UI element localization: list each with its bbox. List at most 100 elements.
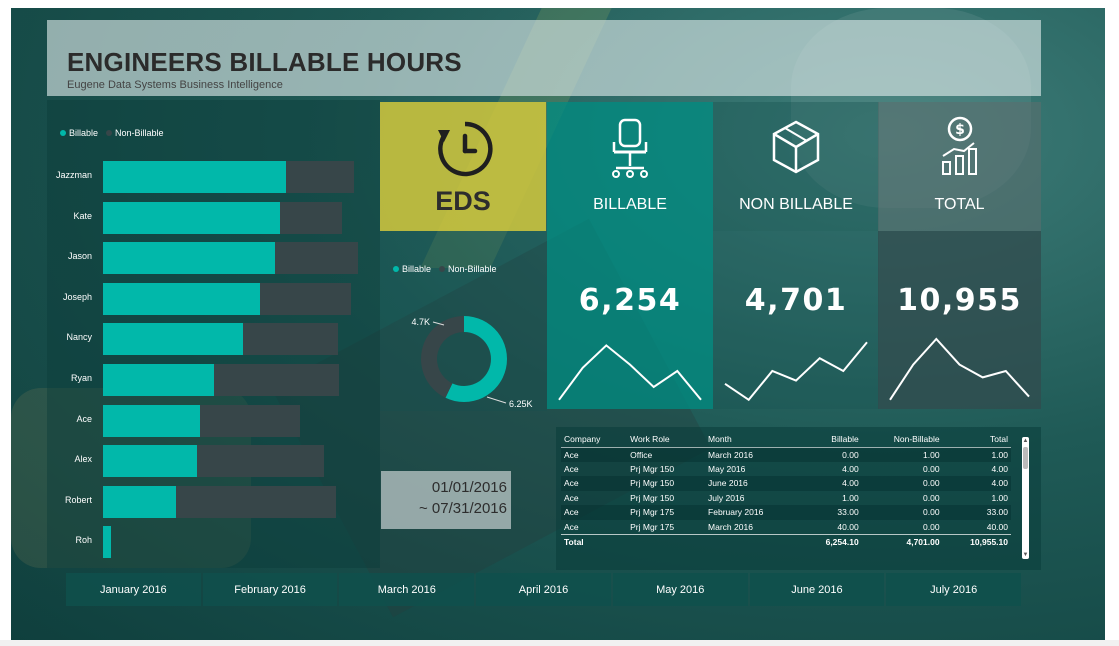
table-cell: 4.00 [800,476,862,491]
table-total-cell: 4,701.00 [861,533,943,550]
table-header-cell[interactable]: Non-Billable [861,432,943,448]
bar-row[interactable]: Ryan [47,364,380,396]
table-cell: 33.00 [942,505,1011,520]
bar-row[interactable]: Roh [47,526,380,559]
eds-tile: EDS [380,102,546,231]
bar-label: Kate [73,210,92,221]
table-cell: Ace [561,476,628,491]
table-cell: 4.00 [942,476,1011,491]
table-cell: 0.00 [923,492,940,503]
month-slicer-button[interactable]: April 2016 [476,573,611,606]
total-sparkline [889,337,1030,401]
total-kpi-value: 10,955 [897,283,1022,318]
table-header-cell[interactable]: Billable [800,432,862,448]
scroll-up-icon[interactable]: ▲ [1022,437,1029,445]
bar-label: Robert [64,494,92,505]
scroll-thumb[interactable] [1023,447,1028,469]
bar-row[interactable]: Jason [47,242,380,275]
billable-dot-icon [393,266,399,272]
bar-row[interactable]: Jazzman [47,161,380,193]
month-slicer-button[interactable]: January 2016 [66,573,201,606]
table-cell: 0.00 [800,447,862,462]
bar-row[interactable]: Kate [47,201,380,234]
billable-bar[interactable] [103,282,260,315]
non-billable-bar[interactable] [176,485,336,518]
billable-bar[interactable] [103,404,200,437]
billable-bar[interactable] [103,364,214,396]
table-header-cell[interactable]: Month [705,432,801,448]
table-cell: Ace [561,447,628,462]
bar-label: Roh [75,535,92,546]
bar-row[interactable]: Nancy [47,323,380,356]
clock-refresh-icon [438,121,493,177]
billable-bar[interactable] [103,323,243,356]
engineer-bar-chart: Billable Non-Billable Jazzman Kate Jason Jo… [47,100,380,568]
billable-bar[interactable] [103,445,197,478]
billable-bar[interactable] [103,485,176,518]
table-cell: Prj Mgr 175 [630,521,675,532]
month-slicer-button[interactable]: July 2016 [886,573,1022,606]
table-row[interactable]: Ace Office March 2016 0.00 1.00 1.00 [561,447,1011,462]
table-row[interactable]: Ace Prj Mgr 175 March 2016 40.00 0.00 40.00 [561,520,1011,535]
legend-non-billable[interactable]: Non-Billable [106,128,164,138]
month-slicer-button[interactable]: June 2016 [749,573,885,606]
non-billable-bar[interactable] [260,282,351,315]
legend-non-billable[interactable]: Non-Billable [439,264,497,274]
non-billable-bar[interactable] [197,445,324,478]
table-row[interactable]: Ace Prj Mgr 150 June 2016 4.00 0.00 4.00 [561,476,1011,491]
table-total-cell: Total [561,533,628,550]
billable-bar[interactable] [103,526,111,559]
table-row[interactable]: Ace Prj Mgr 150 May 2016 4.00 0.00 4.00 [561,462,1011,477]
table-row[interactable]: Ace Prj Mgr 175 February 2016 33.00 0.00 33.0… [561,505,1011,520]
non-billable-dot-icon [106,130,113,136]
month-slicer-button[interactable]: February 2016 [202,573,338,606]
sparkline-path [724,341,868,402]
bar-row[interactable]: Joseph [47,282,380,315]
table-header-cell[interactable]: Company [561,432,628,448]
donut-chart[interactable]: 4.7K 6.25K [380,281,547,411]
bar-row[interactable]: Ace [47,404,380,437]
table-cell: 0.00 [923,521,940,532]
legend-billable[interactable]: Billable [393,264,431,274]
table-header-cell[interactable]: Total [942,432,1011,448]
bottom-border [0,640,1119,646]
non-billable-kpi-card[interactable]: 4,701 [713,231,879,409]
non-billable-bar[interactable] [243,323,338,356]
bar-row[interactable]: Robert [47,485,380,518]
table-row[interactable]: Ace Prj Mgr 150 July 2016 1.00 0.00 1.00 [561,491,1011,506]
table-total-row: Total 6,254.10 4,701.00 10,955.10 [561,533,1011,550]
table-total-cell [627,533,706,550]
bar-label: Joseph [62,291,92,302]
month-slicer-button[interactable]: May 2016 [612,573,748,606]
table-header-cell[interactable]: Work Role [627,432,706,448]
table-cell: 1.00 [842,492,859,503]
date-range-end: ~ 07/31/2016 [418,500,507,517]
billable-bar[interactable] [103,242,275,275]
non-billable-bar[interactable] [200,404,300,437]
table-scrollbar[interactable]: ▲ ▼ [1022,437,1029,559]
month-slicer: January 2016 February 2016 March 2016 April… [66,573,1022,606]
total-kpi-card[interactable]: 10,955 [878,231,1041,409]
billable-bar[interactable] [103,161,286,193]
non-billable-kpi-header: NON BILLABLE [713,102,879,231]
table-cell: Ace [561,505,628,520]
billable-bar[interactable] [103,201,280,234]
billable-dot-icon [60,130,66,136]
non-billable-bar[interactable] [280,201,342,234]
month-slicer-button[interactable]: March 2016 [339,573,475,606]
bar-label: Nancy [66,332,92,343]
non-billable-bar[interactable] [275,242,358,275]
table-cell: Prj Mgr 150 [627,476,706,491]
date-range-box: 01/01/2016 ~ 07/31/2016 [381,471,511,529]
non-billable-bar[interactable] [286,161,354,193]
table-cell: Prj Mgr 150 [630,463,675,474]
table-cell: 40.00 [986,521,1008,532]
billable-sparkline [558,344,702,401]
bar-row[interactable]: Alex [47,445,380,478]
non-billable-bar[interactable] [214,364,339,396]
legend-billable[interactable]: Billable [60,128,98,138]
billable-kpi-card[interactable]: 6,254 [547,231,713,409]
scroll-down-icon[interactable]: ▼ [1022,551,1029,559]
page-subtitle: Eugene Data Systems Business Intelligenc… [67,79,283,91]
table-cell: June 2016 [705,476,801,491]
